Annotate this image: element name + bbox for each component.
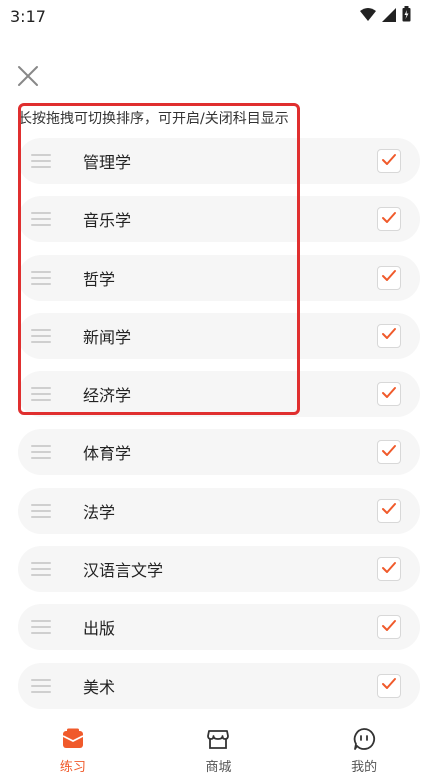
wifi-icon: [360, 7, 376, 26]
subject-checkbox[interactable]: [377, 557, 401, 582]
close-icon: [17, 65, 39, 91]
subject-checkbox[interactable]: [377, 265, 401, 290]
subject-row[interactable]: 出版: [18, 604, 420, 651]
checkmark-icon: [381, 268, 397, 287]
subject-label: 哲学: [83, 269, 116, 289]
subject-row[interactable]: 管理学: [18, 138, 420, 184]
subject-row[interactable]: 经济学: [18, 371, 420, 418]
subject-label: 美术: [83, 677, 116, 697]
profile-icon: [352, 726, 376, 752]
tab-label: 商城: [205, 760, 232, 775]
subject-row[interactable]: 音乐学: [18, 196, 420, 243]
subject-label: 经济学: [83, 386, 132, 406]
subject-row[interactable]: 哲学: [18, 254, 420, 301]
checkmark-icon: [381, 443, 397, 462]
subject-checkbox[interactable]: [377, 207, 401, 232]
subject-label: 管理学: [83, 153, 132, 172]
subject-label: 出版: [83, 619, 116, 639]
bottom-tab-bar: 练习 商城 我的: [0, 720, 437, 777]
subject-label: 汉语言文学: [83, 561, 164, 581]
subject-row[interactable]: 美术: [18, 662, 420, 709]
drag-handle-icon[interactable]: [31, 154, 51, 168]
subject-checkbox[interactable]: [377, 323, 401, 348]
signal-icon: [382, 7, 396, 26]
subject-label: 音乐学: [83, 211, 132, 231]
close-button[interactable]: [12, 62, 44, 94]
tab-label: 练习: [59, 760, 86, 775]
drag-handle-icon[interactable]: [31, 212, 51, 227]
practice-icon: [61, 726, 85, 752]
checkmark-icon: [381, 501, 397, 520]
subject-label: 法学: [83, 502, 116, 522]
drag-handle-icon[interactable]: [31, 503, 51, 518]
subject-checkbox[interactable]: [377, 673, 401, 698]
checkmark-icon: [381, 618, 397, 637]
subject-checkbox[interactable]: [377, 382, 401, 407]
drag-handle-icon[interactable]: [31, 562, 51, 577]
tab-label: 我的: [351, 760, 378, 775]
tab-practice[interactable]: 练习: [28, 720, 118, 775]
checkmark-icon: [381, 385, 397, 404]
status-icons: [360, 6, 411, 26]
store-icon: [206, 726, 230, 752]
subject-row[interactable]: 新闻学: [18, 312, 420, 359]
drag-handle-icon[interactable]: [31, 620, 51, 635]
subject-checkbox[interactable]: [377, 149, 401, 173]
drag-handle-icon[interactable]: [31, 445, 51, 460]
subject-checkbox[interactable]: [377, 615, 401, 640]
drag-handle-icon[interactable]: [31, 270, 51, 285]
checkmark-icon: [381, 210, 397, 229]
tab-store[interactable]: 商城: [173, 720, 263, 775]
drag-handle-icon[interactable]: [31, 678, 51, 693]
subject-row[interactable]: 体育学: [18, 429, 420, 476]
subject-list: 管理学音乐学哲学新闻学经济学体育学法学汉语言文学出版美术: [18, 138, 420, 721]
subject-checkbox[interactable]: [377, 440, 401, 465]
checkmark-icon: [381, 560, 397, 579]
battery-icon: [402, 6, 411, 26]
status-time: 3:17: [10, 6, 46, 26]
subject-label: 新闻学: [83, 327, 132, 347]
checkmark-icon: [381, 152, 397, 171]
sort-hint-text: 长按拖拽可切换排序，可开启/关闭科目显示: [18, 111, 289, 127]
status-bar: 3:17: [0, 0, 437, 32]
subject-label: 体育学: [83, 444, 132, 464]
subject-row[interactable]: 法学: [18, 487, 420, 534]
checkmark-icon: [381, 326, 397, 345]
subject-checkbox[interactable]: [377, 498, 401, 523]
tab-profile[interactable]: 我的: [319, 720, 409, 775]
drag-handle-icon[interactable]: [31, 328, 51, 343]
checkmark-icon: [381, 676, 397, 695]
drag-handle-icon[interactable]: [31, 387, 51, 402]
subject-row[interactable]: 汉语言文学: [18, 546, 420, 593]
